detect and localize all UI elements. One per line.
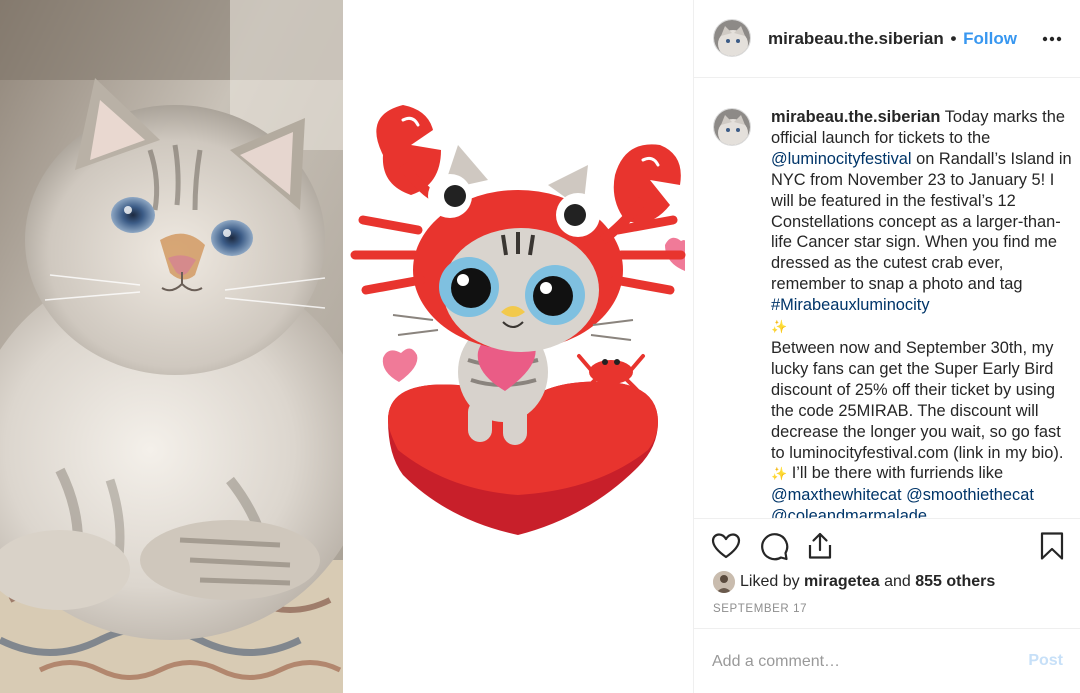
likes-count-link[interactable]: 855 others [915, 573, 995, 591]
liker-username-link[interactable]: miragetea [804, 573, 880, 591]
mention-coleandmarmalade[interactable]: @coleandmarmalade [771, 507, 927, 518]
post-comment-button[interactable]: Post [1028, 652, 1063, 670]
comment-bar: Post [694, 628, 1080, 693]
heart-icon[interactable] [711, 531, 741, 561]
bookmark-icon[interactable] [1037, 531, 1067, 561]
cat-photo [0, 0, 343, 693]
more-options-icon[interactable] [1041, 28, 1063, 50]
post-sidebar: mirabeau.the.siberian • Follow mirabeau.… [693, 0, 1080, 693]
mention-smoothiethecat[interactable]: @smoothiethecat [906, 486, 1034, 504]
header-user-line: mirabeau.the.siberian • Follow [768, 29, 1017, 49]
mention-maxthewhitecat[interactable]: @maxthewhitecat [771, 486, 902, 504]
comment-input[interactable] [712, 649, 1012, 675]
caption-text: Between now and September 30th, my lucky… [771, 338, 1064, 462]
caption-text: I’ll be there with furriends like [787, 464, 1004, 483]
sparkle-emoji: ✨ [771, 319, 788, 335]
caption-text: on Randall’s Island in NYC from November… [771, 149, 1072, 294]
comment-icon[interactable] [759, 531, 789, 561]
post-actions: Liked by miragetea and 855 others SEPTEM… [694, 518, 1080, 628]
post-media[interactable] [0, 0, 693, 693]
author-username-link[interactable]: mirabeau.the.siberian [768, 29, 944, 48]
follow-button[interactable]: Follow [963, 29, 1017, 48]
likes-middle: and [884, 573, 911, 590]
post-header: mirabeau.the.siberian • Follow [694, 0, 1080, 78]
likes-summary[interactable]: Liked by miragetea and 855 others [713, 570, 995, 594]
post-date[interactable]: SEPTEMBER 17 [713, 603, 807, 615]
mention-luminocityfestival[interactable]: @luminocityfestival [771, 150, 912, 168]
crab-cat-illustration [343, 0, 693, 693]
hashtag-mirabeauxluminocity[interactable]: #Mirabeauxluminocity [771, 296, 930, 314]
sparkle-emoji: ✨ [771, 466, 788, 482]
liker-avatar [713, 571, 735, 593]
caption-author-avatar[interactable] [713, 108, 751, 146]
separator-dot: • [950, 29, 957, 48]
caption-username-link[interactable]: mirabeau.the.siberian [771, 108, 940, 126]
share-icon[interactable] [805, 531, 835, 561]
likes-prefix: Liked by [740, 573, 800, 590]
author-avatar[interactable] [713, 19, 751, 57]
caption-scroll-area[interactable]: mirabeau.the.siberian Today marks the of… [694, 78, 1080, 518]
post-caption: mirabeau.the.siberian Today marks the of… [771, 107, 1073, 518]
